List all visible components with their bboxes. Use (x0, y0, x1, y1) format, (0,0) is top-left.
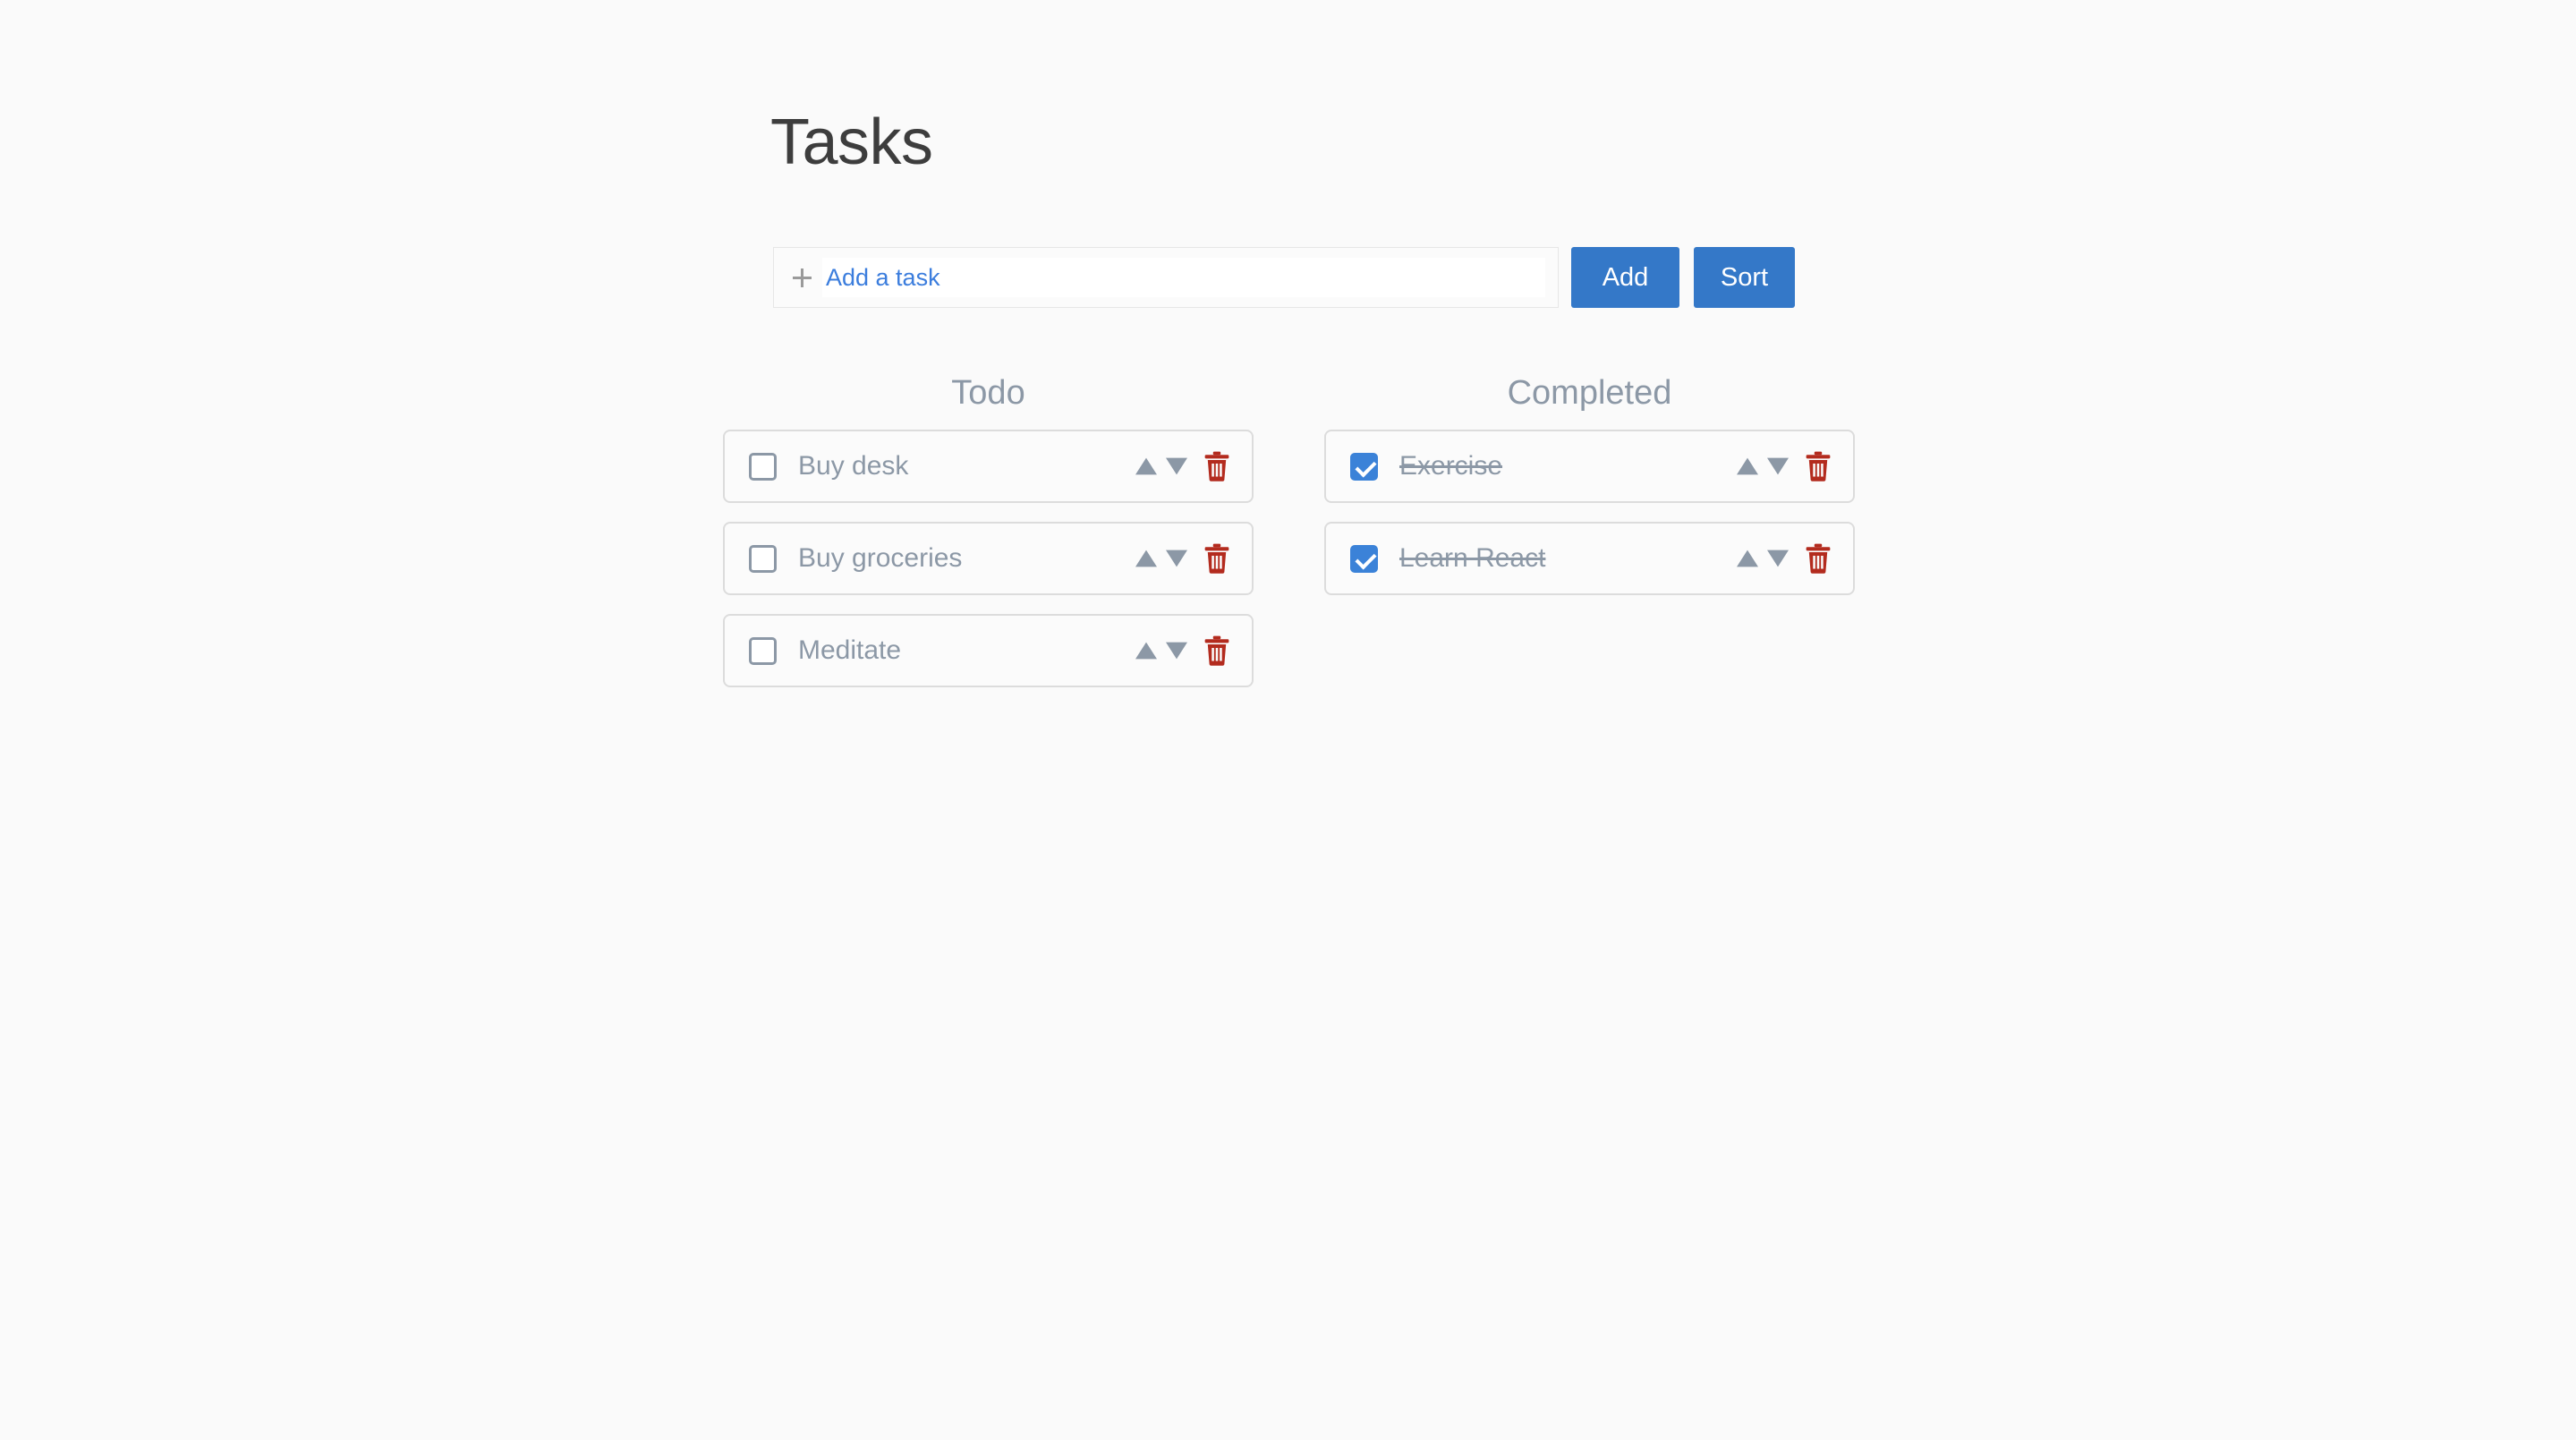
task-actions (1733, 451, 1832, 481)
plus-icon (786, 262, 817, 293)
task-input-wrapper (773, 247, 1559, 308)
delete-icon[interactable] (1203, 451, 1230, 481)
task-checkbox[interactable] (1350, 452, 1378, 481)
add-button[interactable]: Add (1571, 247, 1679, 308)
move-down-icon[interactable] (1162, 636, 1191, 665)
delete-icon[interactable] (1203, 635, 1230, 666)
move-up-icon[interactable] (1132, 544, 1160, 573)
move-up-icon[interactable] (1733, 452, 1762, 481)
task-card[interactable]: Meditate (723, 614, 1254, 687)
task-checkbox[interactable] (749, 636, 777, 665)
delete-icon[interactable] (1805, 543, 1832, 574)
task-label: Buy groceries (798, 543, 963, 573)
task-card[interactable]: Exercise (1324, 430, 1855, 503)
column-header-todo: Todo (951, 374, 1025, 412)
task-actions (1733, 543, 1832, 574)
delete-icon[interactable] (1203, 543, 1230, 574)
task-label: Buy desk (798, 451, 909, 481)
task-label: Meditate (798, 635, 902, 665)
move-up-icon[interactable] (1132, 452, 1160, 481)
move-down-icon[interactable] (1764, 452, 1792, 481)
task-label: Learn React (1399, 543, 1546, 573)
task-card[interactable]: Buy groceries (723, 522, 1254, 595)
task-input[interactable] (822, 258, 1545, 297)
page-title: Tasks (770, 107, 933, 178)
task-columns: Todo Completed Buy desk Buy groceries Medi… (723, 374, 1886, 687)
move-down-icon[interactable] (1162, 452, 1191, 481)
task-label: Exercise (1399, 451, 1503, 481)
column-headers: Todo Completed (723, 374, 1886, 430)
delete-icon[interactable] (1805, 451, 1832, 481)
move-down-icon[interactable] (1764, 544, 1792, 573)
move-down-icon[interactable] (1162, 544, 1191, 573)
app-root: Tasks Add Sort Todo Completed Buy deskBu… (0, 0, 2576, 1440)
add-task-bar: Add Sort (773, 247, 1795, 308)
task-list-todo: Buy desk Buy groceries Meditate (723, 430, 1254, 706)
task-card[interactable]: Buy desk (723, 430, 1254, 503)
task-card[interactable]: Learn React (1324, 522, 1855, 595)
move-up-icon[interactable] (1132, 636, 1160, 665)
task-checkbox[interactable] (749, 452, 777, 481)
task-actions (1132, 451, 1230, 481)
task-actions (1132, 635, 1230, 666)
sort-button[interactable]: Sort (1694, 247, 1795, 308)
task-checkbox[interactable] (749, 544, 777, 573)
task-actions (1132, 543, 1230, 574)
column-header-completed: Completed (1507, 374, 1672, 412)
task-list-completed: Exercise Learn React (1324, 430, 1855, 614)
move-up-icon[interactable] (1733, 544, 1762, 573)
task-checkbox[interactable] (1350, 544, 1378, 573)
